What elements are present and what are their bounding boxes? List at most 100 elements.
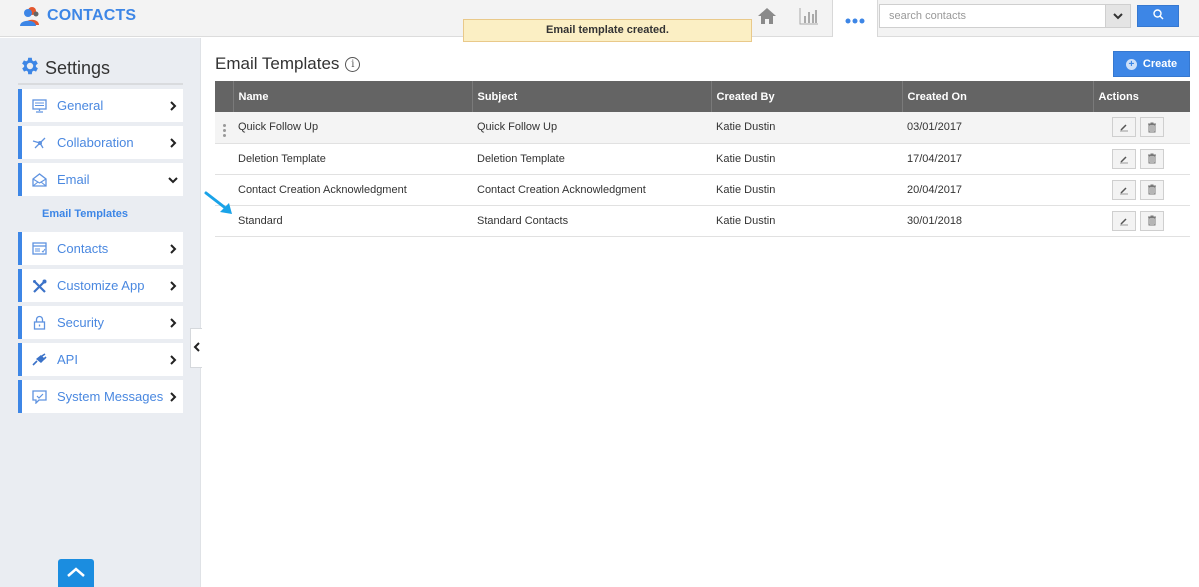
chevron-down-icon (1113, 7, 1123, 25)
sidebar-item-system-messages[interactable]: System Messages (18, 380, 183, 413)
email-templates-table: Name Subject Created By Created On Actio… (215, 81, 1190, 237)
cell-created-on: 03/01/2017 (907, 121, 963, 134)
drag-handle[interactable] (215, 143, 233, 174)
search-box (879, 4, 1131, 28)
sidebar-item-collaboration[interactable]: Collaboration (18, 126, 183, 159)
main-content: Email Templates i + Create Name Subject … (202, 38, 1199, 587)
create-button-label: Create (1142, 58, 1178, 70)
delete-button[interactable] (1140, 117, 1164, 138)
column-header-created-by[interactable]: Created By (710, 81, 902, 112)
table-row[interactable]: Contact Creation Acknowledgment Contact … (215, 174, 1190, 205)
chevron-right-icon (167, 279, 179, 291)
chevron-right-icon (167, 136, 179, 148)
cell-subject: Standard Contacts (477, 214, 569, 227)
sidebar-item-label: Collaboration (57, 135, 134, 150)
cell-created-by: Katie Dustin (716, 152, 776, 165)
cell-actions (1093, 143, 1190, 174)
delete-button[interactable] (1140, 179, 1164, 200)
drag-column-header (215, 81, 233, 112)
cell-created-by: Katie Dustin (716, 121, 776, 134)
lock-icon (31, 315, 47, 331)
drag-handle[interactable] (215, 112, 233, 143)
cell-created-by: Katie Dustin (716, 214, 776, 227)
sidebar-item-label: Email (57, 172, 90, 187)
top-nav (752, 0, 878, 37)
table-row[interactable]: Quick Follow Up Quick Follow Up Katie Du… (215, 112, 1190, 143)
app-brand[interactable]: CONTACTS (19, 6, 136, 26)
search-button[interactable] (1137, 5, 1179, 27)
message-icon (31, 389, 47, 405)
table-row[interactable]: Standard Standard Contacts Katie Dustin … (215, 205, 1190, 236)
sidebar-item-api[interactable]: API (18, 343, 183, 376)
column-header-created-on[interactable]: Created On (901, 81, 1093, 112)
cell-created-on: 20/04/2017 (907, 183, 963, 196)
table-row[interactable]: Deletion Template Deletion Template Kati… (215, 143, 1190, 174)
trash-icon (1148, 215, 1156, 226)
trash-icon (1148, 184, 1156, 195)
pencil-icon (1120, 155, 1128, 163)
more-button[interactable] (833, 0, 877, 37)
search-input[interactable] (880, 5, 1105, 27)
cell-name[interactable]: Deletion Template (233, 143, 472, 174)
network-icon (31, 135, 47, 151)
sidebar-item-customize-app[interactable]: Customize App (18, 269, 183, 302)
edit-button[interactable] (1112, 210, 1136, 231)
sidebar-item-security[interactable]: Security (18, 306, 183, 339)
tools-icon (31, 278, 47, 294)
chevron-right-icon (167, 353, 179, 365)
gear-icon (19, 55, 41, 82)
home-icon (757, 7, 777, 30)
pencil-icon (1120, 124, 1128, 132)
sidebar-subitem-email-templates[interactable]: Email Templates (18, 196, 183, 232)
delete-button[interactable] (1140, 148, 1164, 169)
settings-heading: Settings (19, 55, 110, 82)
monitor-icon (31, 98, 47, 114)
divider (18, 83, 183, 85)
reports-button[interactable] (794, 0, 824, 37)
sidebar-item-contacts[interactable]: Contacts (18, 232, 183, 265)
chevron-down-icon (167, 173, 179, 185)
info-icon[interactable]: i (345, 56, 361, 72)
contact-card-icon (31, 241, 47, 257)
edit-button[interactable] (1112, 148, 1136, 169)
column-header-name[interactable]: Name (232, 81, 472, 112)
edit-button[interactable] (1112, 179, 1136, 200)
settings-title: Settings (45, 58, 111, 78)
cell-subject: Quick Follow Up (477, 121, 558, 134)
home-button[interactable] (752, 0, 782, 37)
column-header-actions: Actions (1092, 81, 1190, 112)
sidebar-item-label: System Messages (57, 389, 164, 404)
settings-menu: General Collaboration Email Email Templa… (18, 89, 183, 417)
table-header-row: Name Subject Created By Created On Actio… (215, 81, 1190, 112)
envelope-icon (31, 172, 47, 188)
cell-actions (1093, 205, 1190, 236)
toast-notification: Email template created. (463, 19, 752, 42)
edit-button[interactable] (1112, 117, 1136, 138)
create-button[interactable]: + Create (1113, 51, 1190, 77)
cell-actions (1093, 174, 1190, 205)
cell-created-on: 17/04/2017 (907, 152, 963, 165)
cell-name[interactable]: Quick Follow Up (233, 112, 472, 143)
sidebar-item-label: General (57, 98, 104, 113)
pencil-icon (1120, 186, 1128, 194)
column-header-subject[interactable]: Subject (471, 81, 711, 112)
search-dropdown-button[interactable] (1105, 5, 1130, 27)
page-title-text: Email Templates (215, 54, 340, 73)
reports-bar-chart-icon (799, 7, 819, 30)
plug-icon (31, 352, 47, 368)
settings-sidebar: Settings General Collaboration Email Ema… (0, 38, 201, 587)
drag-dots-icon (222, 123, 226, 137)
scroll-to-top-button[interactable] (58, 559, 94, 587)
chevron-right-icon (167, 242, 179, 254)
sidebar-item-general[interactable]: General (18, 89, 183, 122)
plus-circle-icon: + (1125, 58, 1137, 70)
sidebar-item-label: Security (57, 315, 104, 330)
trash-icon (1148, 122, 1156, 133)
sidebar-collapse-toggle[interactable] (190, 328, 202, 368)
cell-actions (1093, 112, 1190, 143)
cell-name[interactable]: Standard (233, 205, 472, 236)
cell-name[interactable]: Contact Creation Acknowledgment (233, 174, 472, 205)
sidebar-item-email[interactable]: Email (18, 163, 183, 196)
delete-button[interactable] (1140, 210, 1164, 231)
page-title: Email Templates i (215, 54, 361, 74)
